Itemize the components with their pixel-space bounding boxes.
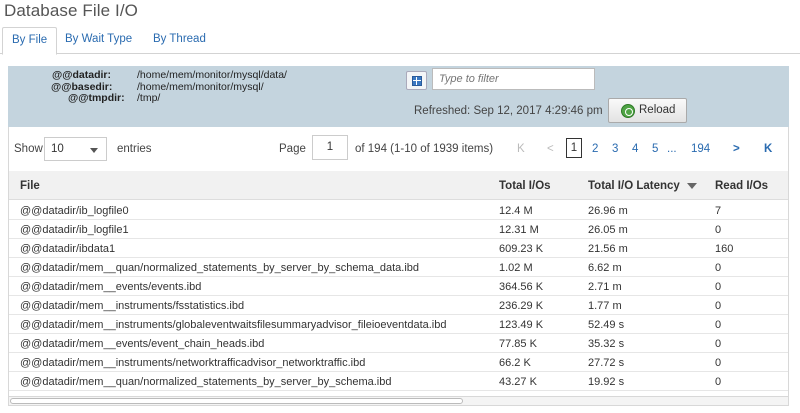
- sort-descending-icon: [686, 182, 697, 189]
- page-number-input[interactable]: 1: [312, 135, 348, 160]
- cell-total-io-latency: 26.96 m: [588, 205, 628, 217]
- file-io-table: File Total I/Os Total I/O Latency Read I…: [8, 171, 789, 396]
- column-header-file[interactable]: File: [20, 180, 40, 192]
- column-header-total-ios[interactable]: Total I/Os: [499, 180, 551, 192]
- page-count-label: of 194 (1-10 of 1939 items): [355, 143, 494, 155]
- table-row[interactable]: @@datadir/ib_logfile1 12.31 M 26.05 m 0: [9, 220, 788, 239]
- cell-total-io-latency: 21.56 m: [588, 243, 628, 255]
- last-page-button[interactable]: K: [764, 143, 772, 155]
- scrollbar-thumb[interactable]: [10, 398, 463, 404]
- page-button-3[interactable]: 3: [612, 143, 618, 155]
- cell-read-ios: 0: [715, 319, 722, 331]
- reload-icon: [621, 104, 635, 118]
- cell-total-ios: 77.85 K: [499, 338, 537, 350]
- page-button-last-number[interactable]: 194: [691, 143, 710, 155]
- page-size-value: 10: [51, 143, 64, 155]
- reload-button[interactable]: Reload: [608, 98, 687, 123]
- cell-read-ios: 0: [715, 262, 722, 274]
- column-header-total-io-latency[interactable]: Total I/O Latency: [588, 180, 697, 192]
- datadir-value: /home/mem/monitor/mysql/data/: [137, 69, 287, 81]
- pagination-ellipsis: ...: [667, 143, 677, 155]
- info-panel: @@datadir: /home/mem/monitor/mysql/data/…: [8, 66, 789, 127]
- previous-page-button[interactable]: <: [547, 143, 554, 155]
- cell-total-io-latency: 27.72 s: [588, 357, 625, 369]
- cell-read-ios: 0: [715, 376, 722, 388]
- page-button-5[interactable]: 5: [652, 143, 658, 155]
- cell-read-ios: 0: [715, 224, 722, 236]
- table-row[interactable]: @@datadir/mem__quan/normalized_statement…: [9, 258, 788, 277]
- table-header: File Total I/Os Total I/O Latency Read I…: [9, 171, 788, 200]
- show-label: Show: [14, 143, 43, 155]
- filter-input[interactable]: [432, 68, 595, 90]
- table-row[interactable]: @@datadir/mem__instruments/globaleventwa…: [9, 315, 788, 334]
- table-row[interactable]: @@datadir/mem__events/event_chain_heads.…: [9, 334, 788, 353]
- cell-file: @@datadir/ib_logfile0: [20, 205, 129, 217]
- cell-total-ios: 123.49 K: [499, 319, 544, 331]
- cell-file: @@datadir/ib_logfile1: [20, 224, 129, 236]
- page-button-2[interactable]: 2: [592, 143, 598, 155]
- page-button-4[interactable]: 4: [632, 143, 638, 155]
- cell-file: @@datadir/mem__events/event_chain_heads.…: [20, 338, 265, 350]
- tab-by-wait-type[interactable]: By Wait Type: [56, 27, 141, 54]
- cell-file: @@datadir/mem__instruments/fsstatistics.…: [20, 300, 245, 312]
- pagination-bar: Show 10 entries Page 1 of 194 (1-10 of 1…: [8, 127, 789, 171]
- cell-read-ios: 0: [715, 338, 722, 350]
- page-button-current[interactable]: 1: [566, 138, 582, 158]
- cell-total-io-latency: 19.92 s: [588, 376, 625, 388]
- table-row[interactable]: @@datadir/ibdata1 609.23 K 21.56 m 160: [9, 239, 788, 258]
- cell-file: @@datadir/mem__instruments/networktraffi…: [20, 357, 366, 369]
- cell-total-ios: 12.4 M: [499, 205, 533, 217]
- table-row[interactable]: @@datadir/mem__events/events.ibd 364.56 K…: [9, 277, 788, 296]
- table-row[interactable]: @@datadir/mem__quan/normalized_statement…: [9, 372, 788, 391]
- cell-total-io-latency: 26.05 m: [588, 224, 628, 236]
- column-filter-button[interactable]: [406, 71, 427, 90]
- tmpdir-value: /tmp/: [137, 92, 161, 104]
- cell-total-io-latency: 35.32 s: [588, 338, 625, 350]
- chevron-down-icon: [90, 148, 98, 153]
- cell-total-ios: 66.2 K: [499, 357, 531, 369]
- tab-by-thread[interactable]: By Thread: [144, 27, 215, 54]
- column-header-total-io-latency-label: Total I/O Latency: [588, 180, 680, 192]
- cell-total-io-latency: 52.49 s: [588, 319, 625, 331]
- tab-by-file[interactable]: By File: [2, 27, 58, 55]
- cell-total-io-latency: 6.62 m: [588, 262, 622, 274]
- cell-file: @@datadir/mem__quan/normalized_statement…: [20, 262, 419, 274]
- horizontal-scrollbar[interactable]: [8, 396, 789, 406]
- table-row[interactable]: @@datadir/mem__instruments/fsstatistics.…: [9, 296, 788, 315]
- cell-total-ios: 1.02 M: [499, 262, 533, 274]
- cell-total-ios: 236.29 K: [499, 300, 544, 312]
- cell-file: @@datadir/mem__quan/normalized_statement…: [20, 376, 392, 388]
- cell-read-ios: 0: [715, 281, 722, 293]
- cell-total-io-latency: 2.71 m: [588, 281, 622, 293]
- column-header-read-ios[interactable]: Read I/Os: [715, 180, 768, 192]
- first-page-button[interactable]: K: [517, 143, 525, 155]
- page-title: Database File I/O: [4, 1, 138, 20]
- next-page-button[interactable]: >: [733, 143, 740, 155]
- cell-total-ios: 43.27 K: [499, 376, 537, 388]
- cell-total-ios: 12.31 M: [499, 224, 539, 236]
- entries-label: entries: [117, 143, 152, 155]
- cell-total-io-latency: 1.77 m: [588, 300, 622, 312]
- table-row[interactable]: @@datadir/ib_logfile0 12.4 M 26.96 m 7: [9, 201, 788, 220]
- table-row[interactable]: @@datadir/mem__instruments/networktraffi…: [9, 353, 788, 372]
- cell-read-ios: 0: [715, 300, 722, 312]
- tmpdir-label: @@tmpdir:: [68, 92, 125, 104]
- cell-read-ios: 160: [715, 243, 734, 255]
- cell-read-ios: 7: [715, 205, 722, 217]
- cell-total-ios: 364.56 K: [499, 281, 544, 293]
- table-columns-icon: [412, 76, 422, 86]
- page-size-select[interactable]: 10: [44, 137, 107, 161]
- tab-bar: By File By Wait Type By Thread: [0, 27, 800, 55]
- cell-file: @@datadir/ibdata1: [20, 243, 116, 255]
- cell-total-ios: 609.23 K: [499, 243, 544, 255]
- cell-read-ios: 0: [715, 357, 722, 369]
- reload-label: Reload: [639, 104, 676, 116]
- datadir-label: @@datadir:: [52, 69, 111, 81]
- cell-file: @@datadir/mem__events/events.ibd: [20, 281, 202, 293]
- refreshed-timestamp: Refreshed: Sep 12, 2017 4:29:46 pm: [414, 105, 603, 117]
- page-label: Page: [279, 143, 306, 155]
- cell-file: @@datadir/mem__instruments/globaleventwa…: [20, 319, 447, 331]
